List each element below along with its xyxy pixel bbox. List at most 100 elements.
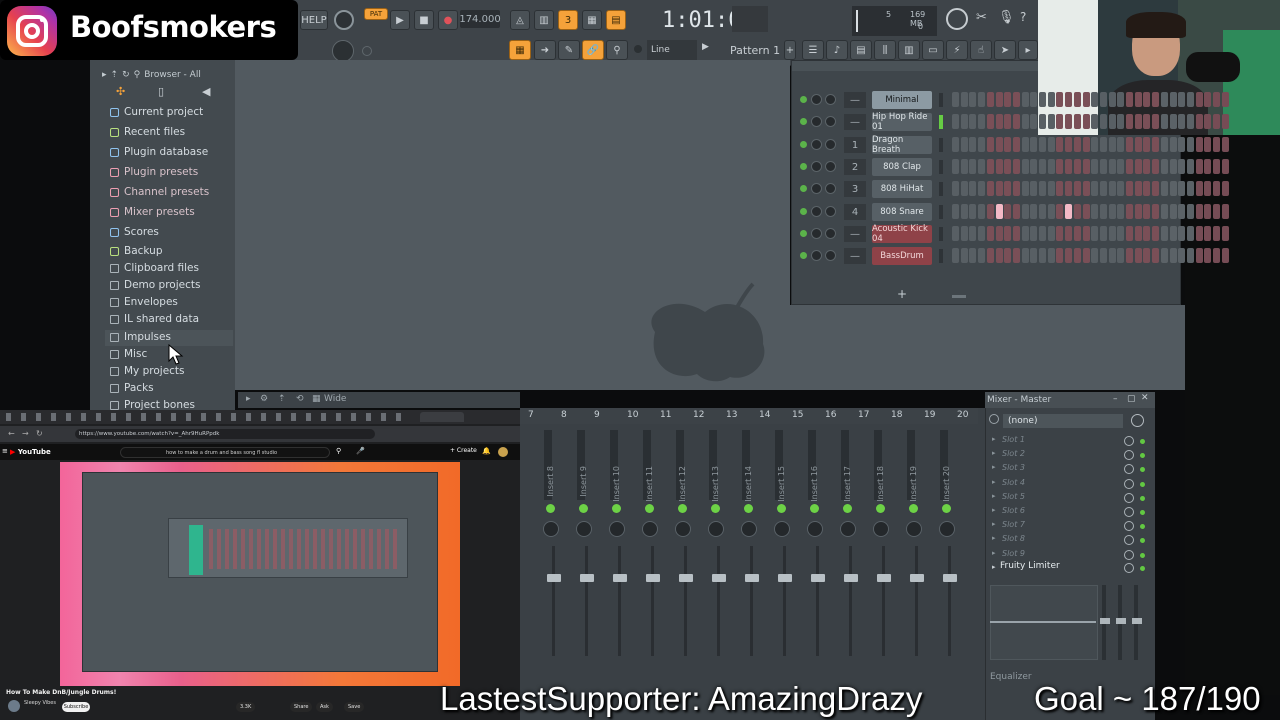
step-button[interactable]	[995, 226, 1003, 241]
timeline-bar-number[interactable]: 12	[693, 410, 704, 420]
channel-mixer-track[interactable]: —	[844, 114, 866, 130]
timeline-bar-number[interactable]: 13	[726, 410, 737, 420]
step-button[interactable]	[1169, 204, 1177, 219]
step-button[interactable]	[952, 204, 959, 219]
insert-pan-knob[interactable]	[906, 521, 922, 537]
browser-item-demo-projects[interactable]: Demo projects	[110, 277, 200, 293]
channel-mixer-track[interactable]: 4	[844, 204, 866, 220]
timeline-bar-number[interactable]: 10	[627, 410, 638, 420]
touch-button[interactable]: ☝	[970, 40, 992, 60]
slot-mix-knob[interactable]	[1124, 549, 1134, 560]
channel-pan-knob[interactable]	[811, 183, 822, 194]
step-button[interactable]	[1152, 114, 1160, 129]
effect-slot[interactable]: Slot 7	[1002, 520, 1025, 532]
microphone-icon[interactable]: 🎙	[998, 10, 1016, 28]
insert-enable-led[interactable]	[612, 504, 621, 513]
insert-enable-led[interactable]	[579, 504, 588, 513]
step-button[interactable]	[1134, 114, 1142, 129]
step-button[interactable]	[1030, 114, 1038, 129]
step-button[interactable]	[986, 92, 994, 107]
step-button[interactable]	[1152, 248, 1160, 263]
mixer-insert-strip[interactable]: Insert 19	[903, 426, 932, 716]
browser-item-my-projects[interactable]: My projects	[110, 363, 185, 379]
step-button[interactable]	[1004, 92, 1012, 107]
timeline-bar-number[interactable]: 11	[660, 410, 671, 420]
step-button[interactable]	[1039, 92, 1046, 107]
step-button[interactable]	[1195, 92, 1203, 107]
browser-item-envelopes[interactable]: Envelopes	[110, 294, 178, 310]
step-button[interactable]	[1004, 181, 1012, 196]
step-button[interactable]	[1204, 92, 1212, 107]
step-button[interactable]	[1073, 204, 1081, 219]
step-button[interactable]	[1039, 226, 1046, 241]
step-button[interactable]	[1030, 248, 1038, 263]
channel-volume-knob[interactable]	[825, 94, 836, 105]
step-button[interactable]	[1012, 92, 1020, 107]
reload-icon[interactable]: ↻	[36, 429, 43, 438]
step-button[interactable]	[1108, 114, 1116, 129]
browser-item-project-bones[interactable]: Project bones	[110, 397, 195, 413]
channel-mute-led[interactable]	[800, 185, 807, 192]
channel-mute-led[interactable]	[800, 208, 807, 215]
browser-item-current-project[interactable]: Current project	[110, 104, 203, 120]
step-button[interactable]	[952, 159, 959, 174]
step-button[interactable]	[1012, 248, 1020, 263]
step-button[interactable]	[1030, 204, 1038, 219]
step-button[interactable]	[1030, 159, 1038, 174]
slot-arrow-icon[interactable]: ▸	[992, 534, 996, 542]
snap-select[interactable]: Line	[647, 40, 697, 60]
channel-name-button[interactable]: Acoustic Kick 04	[872, 224, 932, 244]
channel-mixer-track[interactable]: 2	[844, 159, 866, 175]
back-icon[interactable]: ⇡	[111, 70, 119, 80]
step-button[interactable]	[1134, 204, 1142, 219]
step-button[interactable]	[1169, 226, 1177, 241]
step-button[interactable]	[1082, 114, 1090, 129]
rack-scroll-handle[interactable]	[952, 295, 966, 298]
channel-name-button[interactable]: 808 HiHat	[872, 180, 932, 198]
step-button[interactable]	[1160, 204, 1168, 219]
step-button[interactable]	[1012, 226, 1020, 241]
step-button[interactable]	[1117, 204, 1125, 219]
step-button[interactable]	[1169, 114, 1177, 129]
effect-slot[interactable]: Slot 8	[1002, 534, 1025, 546]
channel-select-indicator[interactable]	[939, 182, 943, 196]
playlist-grid-icon[interactable]: ▦	[312, 394, 321, 404]
step-button[interactable]	[1143, 137, 1151, 152]
playlist-window-button[interactable]: ☰	[802, 40, 824, 60]
step-button[interactable]	[1091, 204, 1099, 219]
step-button[interactable]	[1213, 159, 1220, 174]
step-button[interactable]	[952, 181, 959, 196]
help-button[interactable]: HELP	[300, 10, 328, 30]
step-button[interactable]	[1117, 181, 1125, 196]
step-button[interactable]	[1186, 181, 1194, 196]
channel-volume-knob[interactable]	[825, 250, 836, 261]
pitch-knob[interactable]	[332, 40, 354, 62]
step-button[interactable]	[1021, 248, 1029, 263]
step-button[interactable]	[1039, 248, 1046, 263]
insert-enable-led[interactable]	[546, 504, 555, 513]
slot-mix-knob[interactable]	[1124, 507, 1134, 517]
step-button[interactable]	[1021, 226, 1029, 241]
step-button[interactable]	[1073, 226, 1081, 241]
step-button[interactable]	[1204, 204, 1212, 219]
step-button[interactable]	[1039, 137, 1046, 152]
step-button[interactable]	[1160, 92, 1168, 107]
minimize-icon[interactable]: –	[1113, 394, 1118, 404]
channel-pan-knob[interactable]	[811, 139, 822, 150]
browser-button[interactable]: ▭	[922, 40, 944, 60]
step-button[interactable]	[1099, 181, 1107, 196]
step-button[interactable]	[1082, 181, 1090, 196]
slot-enabled-led[interactable]	[1140, 439, 1145, 444]
channel-mixer-track[interactable]: —	[844, 92, 866, 108]
slot-enabled-led[interactable]	[1140, 552, 1145, 558]
pattern-selector[interactable]: Pattern 1	[730, 40, 790, 60]
step-button[interactable]	[960, 248, 968, 263]
channel-volume-knob[interactable]	[825, 183, 836, 194]
step-button[interactable]	[1108, 248, 1116, 263]
step-button[interactable]	[969, 114, 977, 129]
mixer-insert-strip[interactable]: Insert 18	[870, 426, 899, 716]
browser-item-misc[interactable]: Misc	[110, 346, 147, 362]
step-button[interactable]	[1047, 137, 1055, 152]
playlist-snap-button[interactable]: ▦	[509, 40, 531, 60]
step-button[interactable]	[1126, 204, 1133, 219]
